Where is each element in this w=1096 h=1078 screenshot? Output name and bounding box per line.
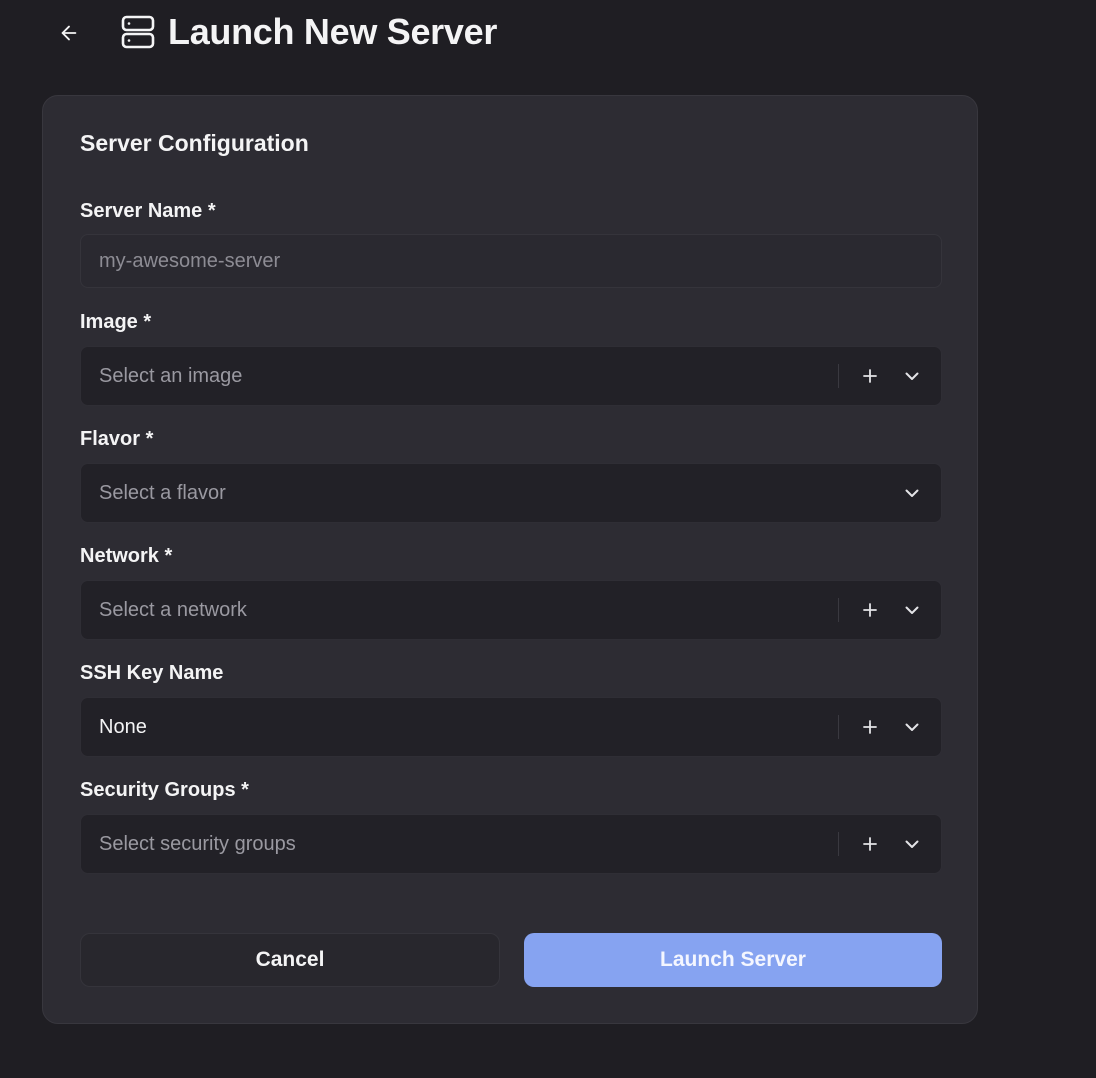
plus-icon — [863, 603, 877, 617]
network-select-placeholder: Select a network — [99, 598, 247, 621]
image-dropdown-toggle[interactable] — [895, 359, 929, 393]
add-network-button[interactable] — [853, 593, 887, 627]
plus-icon — [863, 720, 877, 734]
flavor-select-placeholder: Select a flavor — [99, 481, 226, 504]
chevron-down-icon — [905, 372, 919, 380]
server-name-input[interactable] — [80, 234, 942, 288]
arrow-left-icon — [61, 25, 77, 41]
security-groups-select-placeholder: Select security groups — [99, 832, 296, 855]
divider — [838, 715, 839, 739]
server-configuration-card: Server Configuration Server Name * Image… — [42, 95, 978, 1024]
add-image-button[interactable] — [853, 359, 887, 393]
divider — [838, 832, 839, 856]
network-select[interactable]: Select a network — [80, 580, 942, 640]
page-title: Launch New Server — [168, 11, 498, 52]
security-groups-dropdown-toggle[interactable] — [895, 827, 929, 861]
image-select[interactable]: Select an image — [80, 346, 942, 406]
plus-icon — [863, 837, 877, 851]
flavor-select[interactable]: Select a flavor — [80, 463, 942, 523]
ssh-key-dropdown-toggle[interactable] — [895, 710, 929, 744]
flavor-dropdown-toggle[interactable] — [895, 476, 929, 510]
server-icon — [121, 15, 155, 49]
ssh-key-select[interactable]: None — [80, 697, 942, 757]
chevron-down-icon — [905, 606, 919, 614]
page-header: Launch New Server — [0, 0, 1096, 70]
server-name-label: Server Name * — [80, 200, 216, 222]
back-button[interactable] — [52, 16, 86, 50]
card-title: Server Configuration — [80, 130, 309, 156]
launch-server-button[interactable]: Launch Server — [524, 933, 942, 987]
divider — [838, 364, 839, 388]
image-select-placeholder: Select an image — [99, 364, 243, 387]
add-ssh-key-button[interactable] — [853, 710, 887, 744]
chevron-down-icon — [905, 489, 919, 497]
network-label: Network * — [80, 545, 173, 567]
divider — [838, 598, 839, 622]
security-groups-select[interactable]: Select security groups — [80, 814, 942, 874]
add-security-group-button[interactable] — [853, 827, 887, 861]
image-label: Image * — [80, 311, 152, 333]
chevron-down-icon — [905, 840, 919, 848]
chevron-down-icon — [905, 723, 919, 731]
cancel-button[interactable]: Cancel — [80, 933, 500, 987]
ssh-key-select-value: None — [99, 715, 147, 738]
security-groups-label: Security Groups * — [80, 779, 249, 801]
network-dropdown-toggle[interactable] — [895, 593, 929, 627]
ssh-key-label: SSH Key Name — [80, 662, 224, 684]
plus-icon — [863, 369, 877, 383]
flavor-label: Flavor * — [80, 428, 154, 450]
